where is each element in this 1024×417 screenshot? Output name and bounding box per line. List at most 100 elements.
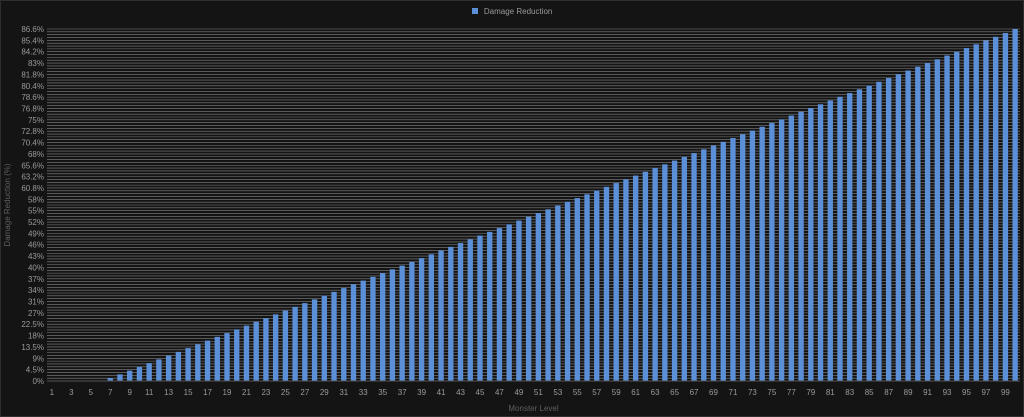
bar <box>409 261 415 381</box>
x-tick-label: 73 <box>748 388 757 397</box>
x-tick-label: 27 <box>300 388 309 397</box>
bar <box>574 198 580 381</box>
bar <box>272 314 279 381</box>
bar <box>234 329 240 381</box>
bar <box>584 194 590 381</box>
y-tick-label: 34% <box>28 286 44 295</box>
bar <box>759 126 765 381</box>
x-tick-label: 81 <box>826 388 835 397</box>
x-tick-label: 57 <box>592 388 601 397</box>
y-tick-label: 43% <box>28 252 44 261</box>
y-tick-label: 52% <box>28 218 44 227</box>
x-tick-label: 29 <box>320 388 329 397</box>
bar <box>175 351 182 381</box>
bar <box>545 209 551 381</box>
bar <box>331 291 337 381</box>
x-tick-label: 39 <box>417 388 426 397</box>
bar <box>788 115 795 381</box>
x-tick-label: 53 <box>553 388 562 397</box>
bar <box>224 333 230 381</box>
bar <box>876 81 882 382</box>
bar <box>350 284 357 381</box>
x-tick-label: 91 <box>923 388 932 397</box>
bar <box>749 130 756 381</box>
bar <box>623 179 629 381</box>
x-tick-label: 83 <box>845 388 854 397</box>
y-tick-label: 22.5% <box>21 320 44 329</box>
bar <box>866 85 872 382</box>
bar <box>954 51 960 381</box>
x-tick-label: 45 <box>476 388 485 397</box>
bar <box>710 145 717 381</box>
x-tick-label: 33 <box>359 388 368 397</box>
bar <box>555 205 561 381</box>
x-tick-label: 1 <box>50 388 55 397</box>
x-tick-label: 61 <box>631 388 640 397</box>
bar <box>915 66 921 382</box>
y-tick-label: 70.4% <box>21 139 44 148</box>
bar <box>827 100 833 382</box>
x-tick-label: 49 <box>514 388 523 397</box>
y-tick-label: 31% <box>28 298 44 307</box>
bar <box>195 344 201 381</box>
y-tick-label: 68% <box>28 150 44 159</box>
y-tick-label: 80.4% <box>21 82 44 91</box>
bar <box>467 239 473 381</box>
y-tick-label: 78.6% <box>21 93 44 102</box>
y-tick-label: 60.8% <box>21 184 44 193</box>
x-tick-label: 25 <box>281 388 290 397</box>
y-tick-label: 76.8% <box>21 104 44 113</box>
y-tick-label: 40% <box>28 263 44 272</box>
bar <box>438 250 444 381</box>
bar <box>418 258 425 381</box>
bar <box>944 55 950 381</box>
bar <box>778 119 785 381</box>
bar <box>477 235 483 381</box>
x-tick-label: 51 <box>534 388 543 397</box>
x-tick-label: 17 <box>203 388 212 397</box>
bar <box>360 280 366 381</box>
bar <box>341 288 347 381</box>
bar <box>243 325 250 381</box>
y-tick-label: 37% <box>28 275 44 284</box>
bar <box>652 168 658 381</box>
bar <box>506 224 512 381</box>
x-tick-label: 19 <box>223 388 232 397</box>
y-axis-title: Damage Reduction (%) <box>3 163 12 246</box>
bar <box>730 138 736 381</box>
bar <box>399 265 405 381</box>
x-tick-label: 65 <box>670 388 679 397</box>
bar <box>448 246 454 381</box>
bar <box>428 254 435 381</box>
bar <box>662 164 668 381</box>
bar <box>594 190 600 381</box>
x-tick-label: 11 <box>145 388 154 397</box>
bar <box>253 321 259 381</box>
bar <box>993 36 999 381</box>
bar <box>769 123 775 381</box>
bar <box>380 273 386 381</box>
y-tick-label: 58% <box>28 195 44 204</box>
bar <box>321 295 327 381</box>
bar <box>389 269 396 381</box>
x-tick-label: 21 <box>242 388 251 397</box>
bar <box>701 149 707 381</box>
x-tick-label: 71 <box>729 388 738 397</box>
y-tick-label: 72.8% <box>21 127 44 136</box>
x-tick-label: 97 <box>981 388 990 397</box>
x-tick-label: 47 <box>495 388 504 397</box>
y-tick-label: 27% <box>28 309 44 318</box>
bar <box>808 108 814 381</box>
bar <box>204 340 211 381</box>
bar <box>1002 33 1009 381</box>
y-tick-label: 49% <box>28 229 44 238</box>
bar <box>516 220 522 381</box>
x-tick-label: 7 <box>108 388 113 397</box>
bar <box>603 186 610 381</box>
x-tick-label: 99 <box>1001 388 1010 397</box>
bar <box>457 243 464 381</box>
x-tick-label: 69 <box>709 388 718 397</box>
bar <box>156 359 162 381</box>
x-tick-label: 37 <box>398 388 407 397</box>
bar <box>165 355 172 381</box>
